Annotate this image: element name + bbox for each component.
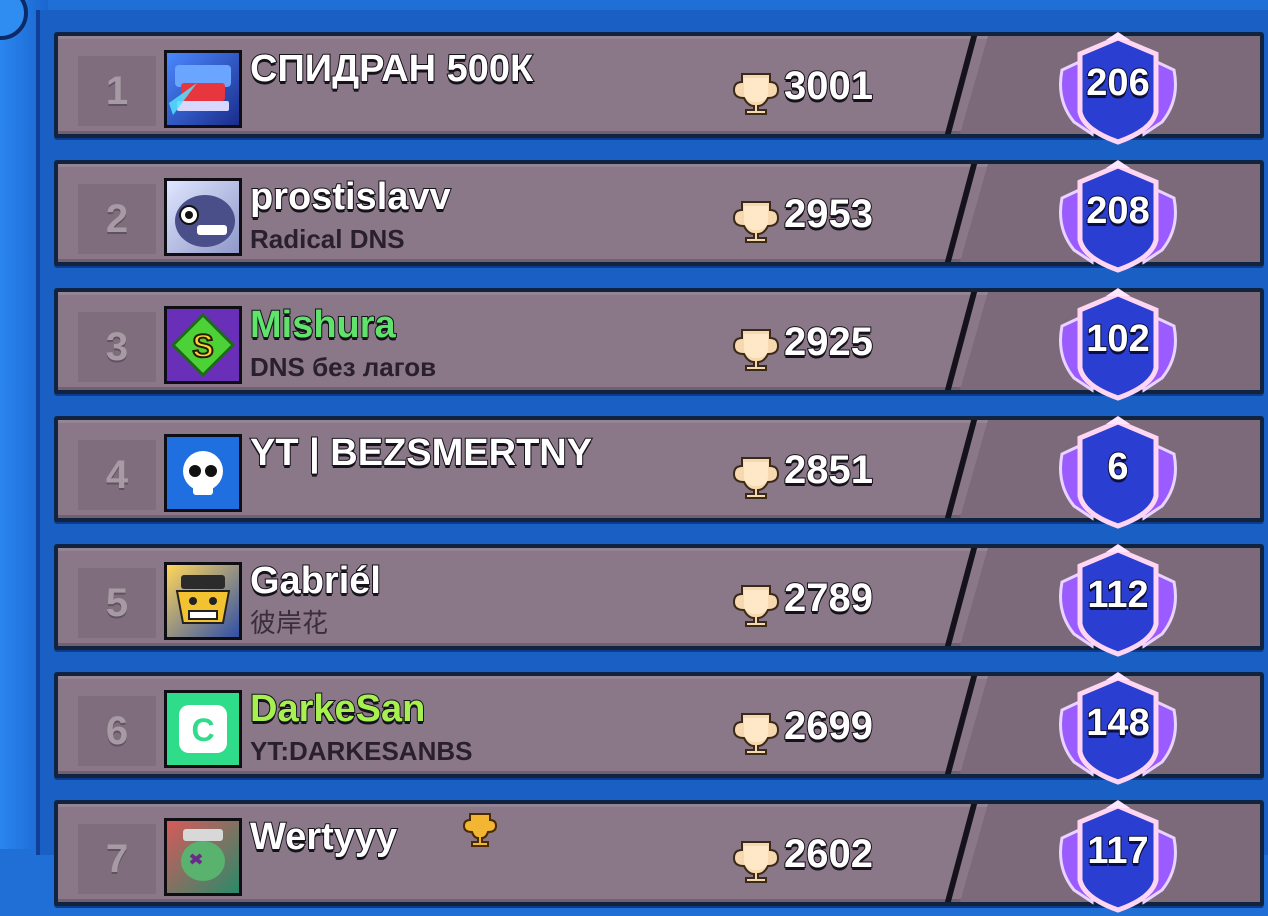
player-name: YT | BEZSMERTNY [249,431,593,475]
row-background: 3 S Mishura DNS без лагов 2925 102 [58,288,1260,401]
badge-number: 112 [1086,573,1149,617]
rank-number: 5 [78,568,156,638]
badge-number: 117 [1086,829,1149,873]
trophy-icon [732,73,780,115]
brawler-portrait-icon[interactable] [164,178,242,256]
club-name: Radical DNS [250,224,405,254]
svg-text:C: C [191,712,214,748]
leaderboard-row[interactable]: 7 Wertyyy 2602 117 [54,800,1264,913]
leaderboard-row[interactable]: 2 prostislavv Radical DNS 2953 208 [54,160,1264,273]
badge-number: 208 [1085,189,1150,233]
badge-number: 102 [1085,317,1150,361]
leaderboard-panel: 1 СПИДРАН 500К 3001 206 2 prostislavv Ra… [36,10,1268,913]
trophy-icon [732,329,780,371]
club-name: DNS без лагов [250,352,437,382]
leaderboard-row[interactable]: 6 C DarkeSan YT:DARKESANBS 2699 148 [54,672,1264,785]
rank-number: 4 [78,440,156,510]
championship-icon[interactable] [164,50,242,128]
trophy-count: 2602 [783,831,874,877]
player-name: Mishura [249,303,397,347]
gold-trophy-icon [462,813,498,847]
badge-number: 148 [1085,701,1150,745]
leaderboard-row[interactable]: 5 Gabriél 彼岸花 2789 112 [54,544,1264,657]
row-background: 2 prostislavv Radical DNS 2953 208 [58,160,1260,273]
green-gem-icon[interactable]: S [164,306,242,384]
svg-text:S: S [192,328,213,364]
trophy-count: 2925 [783,319,874,365]
row-background: 5 Gabriél 彼岸花 2789 112 [58,544,1260,657]
club-name: YT:DARKESANBS [250,736,473,766]
rank-number: 2 [78,184,156,254]
row-background: 6 C DarkeSan YT:DARKESANBS 2699 148 [58,672,1260,785]
rank-number: 6 [78,696,156,766]
row-background: 7 Wertyyy 2602 117 [58,800,1260,913]
skull-icon[interactable] [164,434,242,512]
badge-number: 206 [1085,61,1150,105]
player-name: prostislavv [249,175,452,219]
player-name: Gabriél [249,559,382,603]
trophy-count: 3001 [783,63,874,109]
rank-number: 7 [78,824,156,894]
zombie-portrait-icon[interactable] [164,818,242,896]
rank-number: 1 [78,56,156,126]
green-c-icon[interactable]: C [164,690,242,768]
rank-number: 3 [78,312,156,382]
player-name: DarkeSan [249,687,426,731]
trophy-count: 2699 [783,703,874,749]
row-background: 4 YT | BEZSMERTNY 2851 6 [58,416,1260,529]
leaderboard-row[interactable]: 4 YT | BEZSMERTNY 2851 6 [54,416,1264,529]
trophy-icon [732,201,780,243]
badge-number: 6 [1106,445,1129,489]
leaderboard-row[interactable]: 1 СПИДРАН 500К 3001 206 [54,32,1264,145]
trophy-icon [732,457,780,499]
trophy-count: 2953 [783,191,874,237]
trophy-icon [732,585,780,627]
player-name: СПИДРАН 500К [249,47,534,91]
trophy-count: 2789 [783,575,874,621]
club-name: 彼岸花 [250,608,329,638]
trophy-count: 2851 [783,447,874,493]
row-background: 1 СПИДРАН 500К 3001 206 [58,32,1260,145]
player-name: Wertyyy [249,815,398,859]
leaderboard-row[interactable]: 3 S Mishura DNS без лагов 2925 102 [54,288,1264,401]
trophy-icon [732,841,780,883]
trophy-icon [732,713,780,755]
robot-portrait-icon[interactable] [164,562,242,640]
